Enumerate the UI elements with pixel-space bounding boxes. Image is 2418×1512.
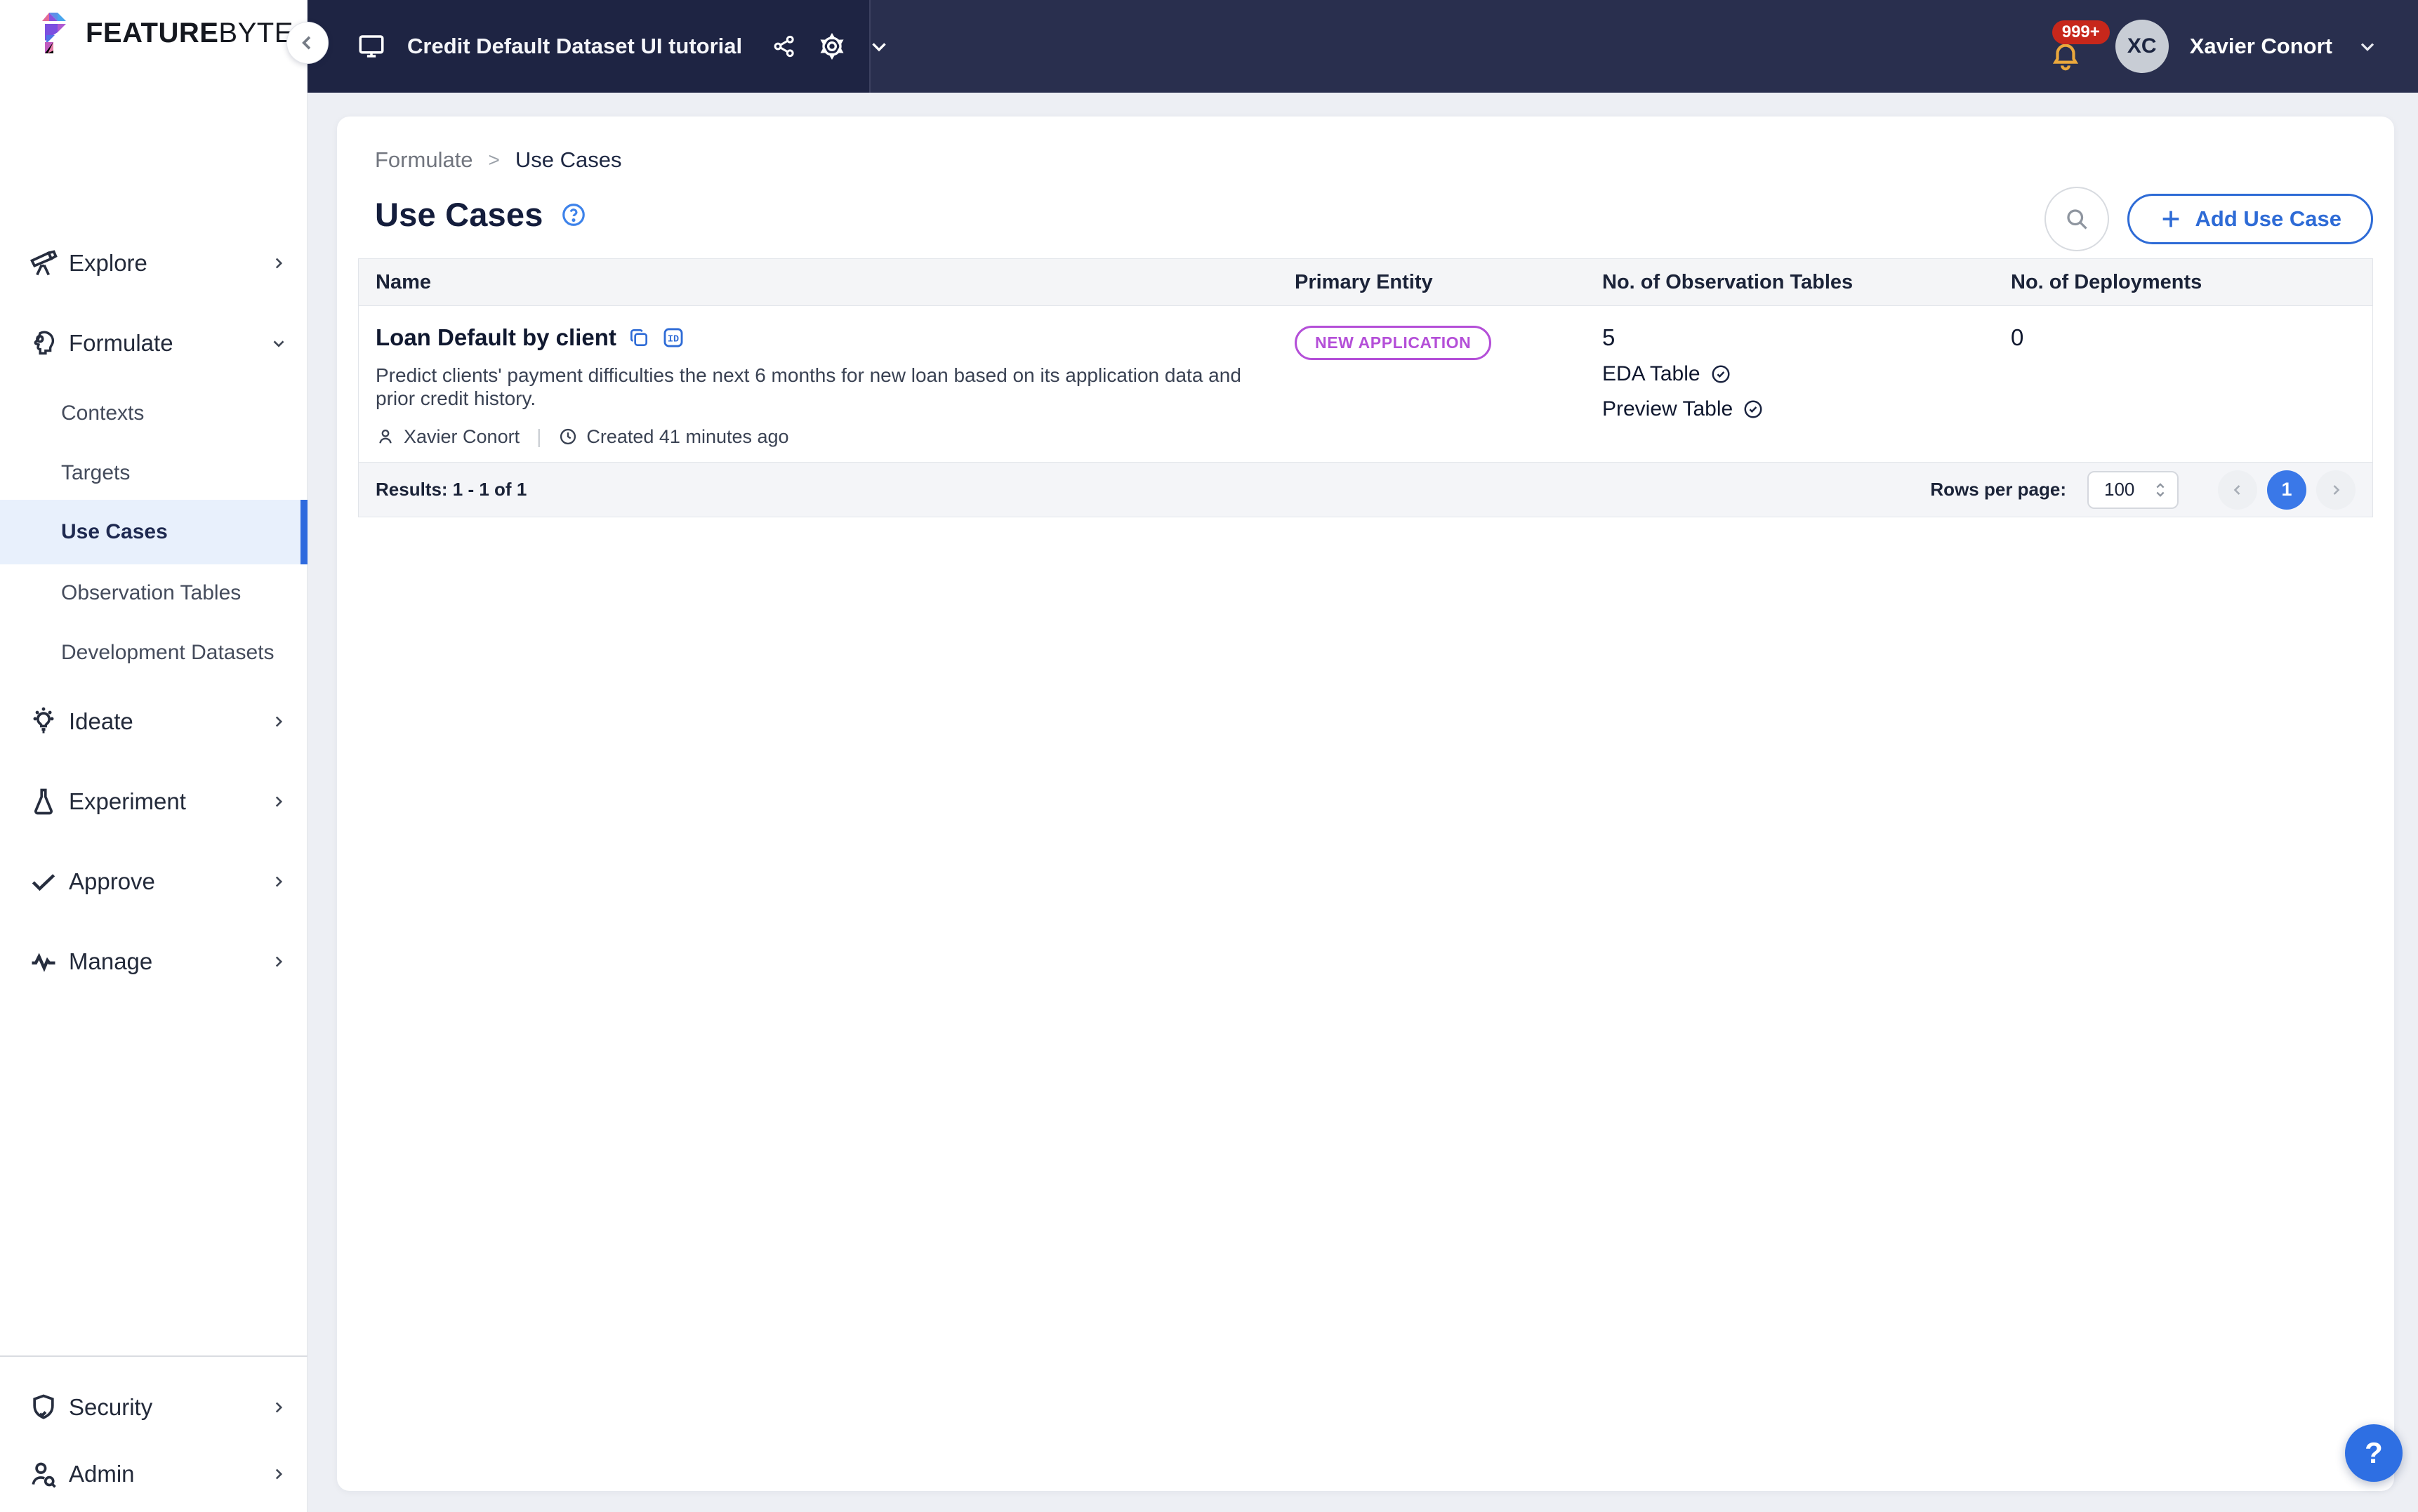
- use-cases-table: Name Primary Entity No. of Observation T…: [358, 258, 2373, 517]
- column-header-primary-entity: Primary Entity: [1295, 270, 1433, 293]
- table-header-row: Name Primary Entity No. of Observation T…: [359, 259, 2372, 306]
- shield-check-icon: [27, 1392, 60, 1423]
- svg-text:ID: ID: [668, 334, 679, 345]
- gear-icon[interactable]: [818, 32, 846, 60]
- previous-page-button[interactable]: [2218, 470, 2257, 510]
- author-name: Xavier Conort: [404, 425, 520, 447]
- telescope-icon: [27, 248, 60, 279]
- bell-icon: [2049, 40, 2082, 72]
- sidebar-item-observation-tables[interactable]: Observation Tables: [0, 571, 308, 616]
- chevron-right-icon: [270, 712, 288, 731]
- rows-per-page-label: Rows per page:: [1930, 479, 2066, 500]
- sidebar-item-experiment[interactable]: Experiment: [0, 770, 308, 833]
- cell-observation-tables: 5 EDA Table Preview Table: [1585, 306, 1994, 462]
- chevron-right-icon: [270, 793, 288, 811]
- cell-deployments: 0: [1994, 306, 2372, 462]
- chevron-right-icon: [270, 873, 288, 891]
- column-header-observation-tables: No. of Observation Tables: [1602, 270, 1854, 293]
- clock-icon: [558, 427, 578, 446]
- monitor-icon: [357, 32, 386, 61]
- chevron-right-icon: [270, 953, 288, 971]
- page-title: Use Cases: [375, 196, 543, 233]
- breadcrumb-formulate[interactable]: Formulate: [375, 147, 473, 173]
- created-time: Created 41 minutes ago: [586, 425, 789, 447]
- check-circle-icon: [1710, 364, 1731, 385]
- user-name: Xavier Conort: [2189, 34, 2332, 58]
- breadcrumb: Formulate > Use Cases: [375, 147, 622, 173]
- user-search-icon: [27, 1459, 60, 1490]
- primary-entity-badge[interactable]: NEW APPLICATION: [1295, 326, 1492, 360]
- chevron-right-icon: [270, 254, 288, 272]
- sidebar-item-targets[interactable]: Targets: [0, 451, 308, 496]
- chevron-down-icon: [270, 334, 288, 352]
- sidebar-item-ideate[interactable]: Ideate: [0, 690, 308, 753]
- cell-name: Loan Default by client ID Predict client…: [359, 306, 1278, 462]
- add-use-case-button[interactable]: Add Use Case: [2127, 194, 2373, 244]
- sidebar-item-use-cases[interactable]: Use Cases: [0, 500, 308, 564]
- avatar[interactable]: XC: [2115, 20, 2169, 73]
- deployments-count: 0: [2011, 324, 2024, 350]
- help-circle-icon[interactable]: [560, 201, 587, 228]
- stepper-icon: [2153, 480, 2167, 500]
- chevron-right-icon: [2333, 484, 2340, 495]
- sidebar-item-security[interactable]: Security: [0, 1376, 308, 1439]
- sidebar-item-contexts[interactable]: Contexts: [0, 391, 308, 436]
- eda-table-label: EDA Table: [1602, 362, 1700, 385]
- cell-primary-entity: NEW APPLICATION: [1278, 306, 1585, 462]
- rows-per-page-select[interactable]: 100: [2087, 470, 2179, 509]
- breadcrumb-separator: >: [488, 149, 500, 171]
- main-content-card: Formulate > Use Cases Use Cases Add Use …: [337, 117, 2394, 1491]
- sidebar-divider: [0, 1355, 308, 1357]
- top-bar: Credit Default Dataset UI tutorial 999+ …: [308, 0, 2418, 93]
- checkmark-icon: [27, 866, 60, 897]
- plus-icon: [2162, 211, 2179, 227]
- sidebar-item-manage[interactable]: Manage: [0, 930, 308, 993]
- search-button[interactable]: [2044, 187, 2109, 251]
- use-case-description: Predict clients' payment difficulties th…: [376, 364, 1241, 409]
- catalog-title: Credit Default Dataset UI tutorial: [407, 34, 743, 58]
- sidebar-item-formulate[interactable]: Formulate: [0, 312, 308, 375]
- results-count: Results: 1 - 1 of 1: [376, 479, 527, 500]
- table-row[interactable]: Loan Default by client ID Predict client…: [359, 306, 2372, 462]
- brain-gear-icon: [27, 327, 60, 359]
- page-1-button[interactable]: 1: [2267, 470, 2306, 510]
- use-case-name[interactable]: Loan Default by client: [376, 324, 616, 351]
- chevron-right-icon: [270, 1465, 288, 1483]
- featurebyte-logo-icon: [42, 13, 66, 53]
- person-icon: [376, 427, 395, 446]
- copy-icon[interactable]: [628, 326, 650, 349]
- column-header-name: Name: [376, 270, 431, 293]
- meta-divider: |: [536, 425, 542, 447]
- flask-icon: [27, 786, 60, 817]
- chevron-right-icon: [270, 1398, 288, 1417]
- sidebar-collapse-button[interactable]: [286, 22, 329, 64]
- chevron-left-icon: [2233, 484, 2240, 495]
- sidebar-item-admin[interactable]: Admin: [0, 1443, 308, 1506]
- sidebar-item-explore[interactable]: Explore: [0, 232, 308, 295]
- copy-id-icon[interactable]: ID: [661, 326, 685, 350]
- breadcrumb-use-cases: Use Cases: [515, 147, 622, 172]
- notification-count-badge: 999+: [2052, 20, 2110, 45]
- check-circle-icon: [1743, 399, 1764, 420]
- lightbulb-icon: [27, 706, 60, 737]
- topbar-user-area: 999+ XC Xavier Conort: [871, 0, 2418, 93]
- user-menu-chevron-icon[interactable]: [2356, 35, 2379, 58]
- sidebar-item-approve[interactable]: Approve: [0, 850, 308, 913]
- share-icon[interactable]: [772, 34, 797, 59]
- search-icon: [2066, 209, 2087, 230]
- notifications-button[interactable]: 999+: [2048, 19, 2110, 78]
- sidebar-item-development-datasets[interactable]: Development Datasets: [0, 630, 308, 675]
- catalog-bar: Credit Default Dataset UI tutorial: [308, 0, 886, 93]
- help-fab-button[interactable]: ?: [2345, 1424, 2403, 1482]
- preview-table-label: Preview Table: [1602, 397, 1733, 420]
- column-header-deployments: No. of Deployments: [2011, 270, 2202, 293]
- next-page-button[interactable]: [2316, 470, 2356, 510]
- activity-icon: [27, 946, 60, 977]
- featurebyte-logo[interactable]: FEATUREBYTE: [39, 13, 293, 53]
- featurebyte-logo-text: FEATUREBYTE: [86, 17, 293, 48]
- table-footer: Results: 1 - 1 of 1 Rows per page: 100 1: [359, 462, 2372, 517]
- observation-tables-count: 5: [1602, 324, 1616, 350]
- sidebar: FEATUREBYTE Explore Formulate Contexts T…: [0, 0, 329, 1512]
